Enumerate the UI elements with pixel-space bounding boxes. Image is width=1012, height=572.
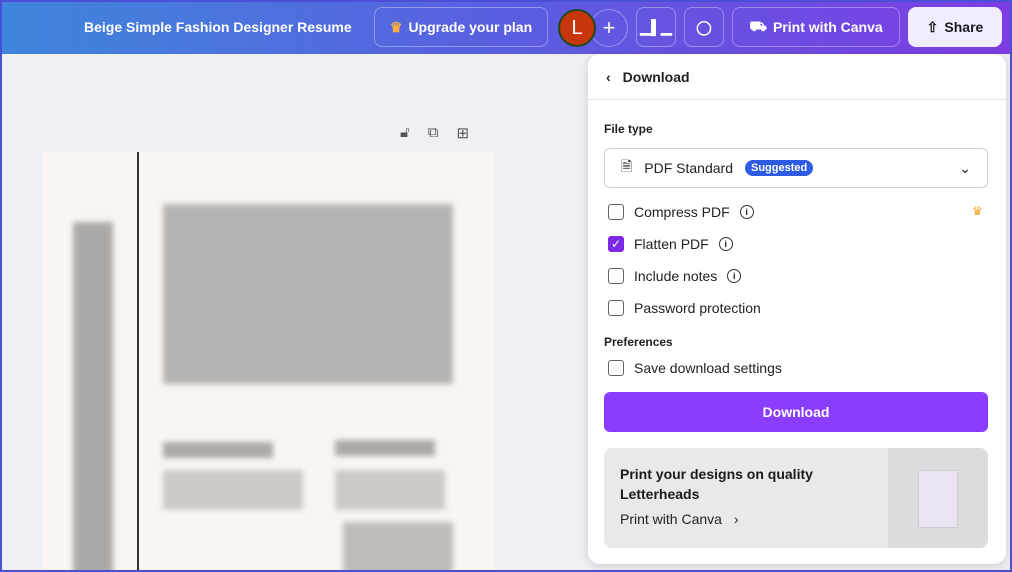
chevron-down-icon: ⌄ [959, 159, 971, 176]
experience-text [335, 470, 445, 510]
page-toolbar: 🔓︎ ⧉ ⊞ [400, 124, 469, 142]
decorative-figure [73, 222, 113, 570]
download-button[interactable]: Download [604, 392, 988, 432]
print-with-canva-button[interactable]: ⛟ Print with Canva [732, 7, 900, 47]
design-title[interactable]: Beige Simple Fashion Designer Resume [84, 19, 352, 35]
upload-icon: ⇧ [926, 18, 939, 35]
fashion-image [163, 204, 453, 384]
chevron-left-icon[interactable]: ‹ [606, 69, 611, 85]
duplicate-icon[interactable]: ⧉ [428, 124, 439, 142]
comment-button[interactable]: ◯ [684, 7, 724, 47]
app-window: Beige Simple Fashion Designer Resume ♛ Up… [2, 2, 1010, 570]
education-text [163, 470, 303, 510]
file-type-label: File type [604, 122, 653, 136]
crown-icon: ♛ [972, 204, 983, 218]
share-button[interactable]: ⇧ Share [908, 7, 1002, 47]
include-notes-checkbox[interactable]: Include notes i [608, 268, 742, 284]
comment-icon: ◯ [696, 18, 712, 35]
avatar[interactable]: L [558, 9, 596, 47]
panel-header[interactable]: ‹ Download [588, 54, 1006, 100]
design-page[interactable] [43, 152, 495, 570]
upgrade-button[interactable]: ♛ Upgrade your plan [374, 7, 548, 47]
print-with-canva-link[interactable]: Print with Canva › [620, 511, 739, 527]
divider [137, 152, 139, 570]
preferences-label: Preferences [604, 335, 673, 349]
save-settings-checkbox[interactable]: Save download settings [608, 360, 782, 376]
info-icon[interactable]: i [739, 205, 754, 219]
education-heading [163, 442, 273, 458]
promo-title: Print your designs on quality Letterhead… [620, 466, 813, 502]
experience-details [343, 522, 453, 570]
download-panel: ‹ Download File type 🗎︎ PDF Standard Sugges… [588, 54, 1006, 564]
suggested-badge: Suggested [744, 160, 814, 176]
file-icon: 🗎︎ [621, 158, 633, 174]
chevron-right-icon: › [733, 511, 739, 527]
print-promo-card[interactable]: Print your designs on quality Letterhead… [604, 448, 988, 548]
lock-icon[interactable]: 🔓︎ [400, 124, 410, 142]
add-page-icon[interactable]: ⊞ [456, 124, 469, 142]
compress-pdf-checkbox[interactable]: Compress PDF i [608, 204, 754, 220]
info-icon[interactable]: i [727, 269, 742, 283]
bar-chart-icon: ▁▌▁ [640, 18, 672, 35]
letterhead-thumbnail [888, 448, 988, 548]
experience-heading [335, 440, 435, 456]
flatten-pdf-checkbox[interactable]: ✓ Flatten PDF i [608, 236, 733, 252]
truck-icon: ⛟ [749, 17, 767, 34]
file-type-select[interactable]: 🗎︎ PDF Standard Suggested ⌄ [604, 148, 988, 188]
top-bar: Beige Simple Fashion Designer Resume ♛ Up… [2, 2, 1010, 54]
crown-icon: ♛ [389, 18, 403, 35]
info-icon[interactable]: i [718, 237, 733, 251]
analytics-button[interactable]: ▁▌▁ [636, 7, 676, 47]
password-protection-checkbox[interactable]: Password protection [608, 300, 761, 316]
